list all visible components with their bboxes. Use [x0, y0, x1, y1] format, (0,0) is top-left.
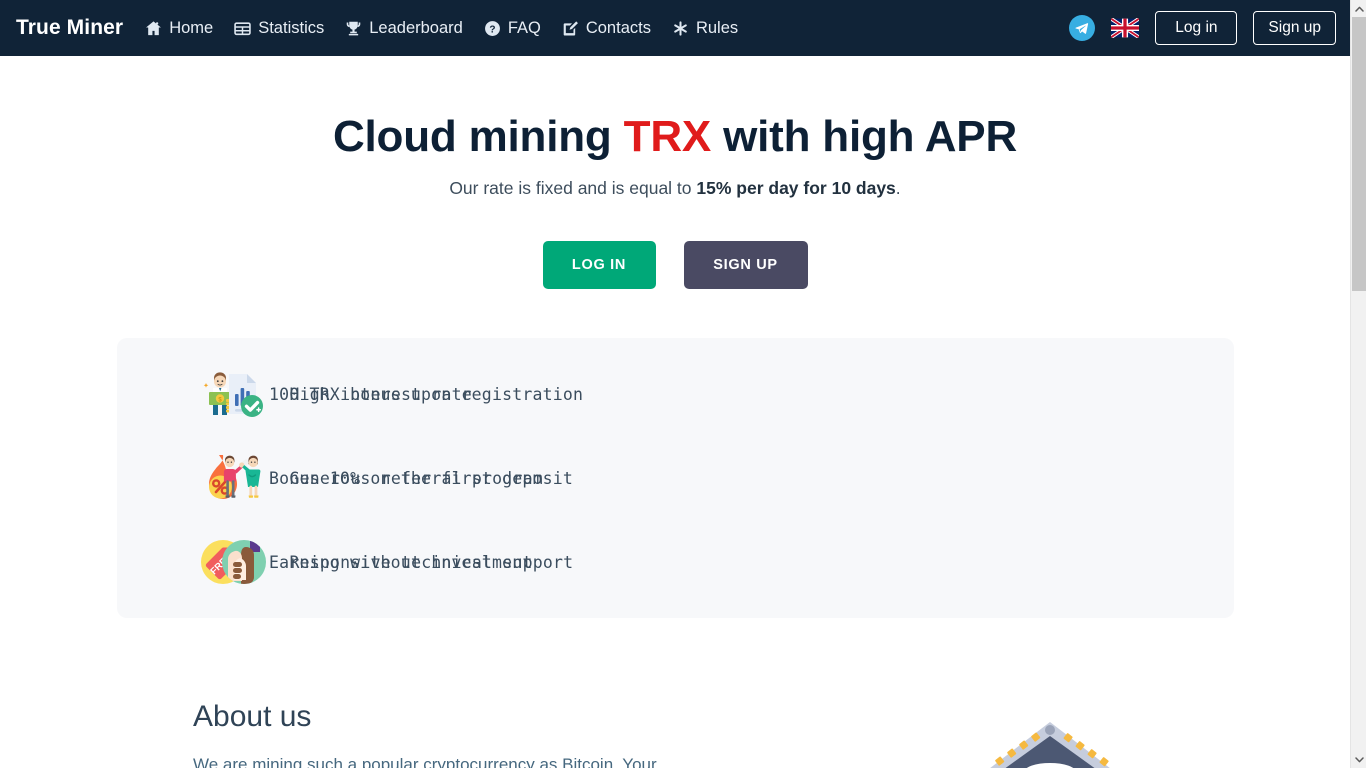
navbar-actions: Log in Sign up	[1069, 11, 1336, 45]
page-root: True Miner Home Statistics Leaderboard ?…	[0, 0, 1366, 768]
about-section: About us We are mining such a popular cr…	[193, 700, 793, 768]
hero-signup-button[interactable]: SIGN UP	[683, 241, 808, 289]
hero-subtitle: Our rate is fixed and is equal to 15% pe…	[0, 178, 1350, 199]
hero-login-button[interactable]: LOG IN	[542, 241, 656, 289]
hero-title-accent: TRX	[623, 112, 712, 161]
chevron-down-icon[interactable]	[1351, 751, 1366, 768]
handshake-icon	[216, 534, 272, 590]
hero-actions: LOG IN SIGN UP	[0, 241, 1350, 289]
page-scrollbar[interactable]	[1350, 0, 1366, 768]
feature-item: High interest rate	[216, 352, 1235, 436]
hero-subtitle-rate: 15% per day for 10 days	[696, 178, 896, 198]
hero-section: Cloud mining TRX with high APR Our rate …	[0, 56, 1350, 289]
trophy-icon	[345, 20, 362, 37]
features-panel: $ 100 TRX bonus upon registration High i…	[117, 338, 1234, 618]
nav-item-faq-label: FAQ	[507, 18, 541, 37]
pen-edit-icon	[562, 20, 579, 37]
uk-flag-icon[interactable]	[1111, 18, 1140, 38]
nav-item-rules[interactable]: Rules	[672, 19, 738, 38]
nav-item-home[interactable]: Home	[145, 19, 213, 38]
hero-subtitle-before: Our rate is fixed and is equal to	[449, 178, 697, 198]
feature-item: Generous referral program	[216, 436, 1235, 520]
mining-rig-illustration	[900, 714, 1200, 768]
nav-item-statistics-label: Statistics	[258, 18, 325, 37]
about-text: We are mining such a popular cryptocurre…	[193, 755, 657, 768]
hero-title-after: with high APR	[711, 112, 1018, 161]
two-people-high-five-icon	[216, 450, 272, 506]
hero-title-before: Cloud mining	[332, 112, 624, 161]
login-button[interactable]: Log in	[1155, 11, 1238, 45]
svg-text:?: ?	[489, 24, 495, 35]
scrollbar-thumb[interactable]	[1352, 17, 1366, 291]
page-title: Cloud mining TRX with high APR	[0, 112, 1350, 162]
nav-item-statistics[interactable]: Statistics	[234, 19, 324, 38]
nav-item-contacts[interactable]: Contacts	[562, 19, 651, 38]
table-grid-icon	[234, 20, 251, 37]
asterisk-icon	[672, 20, 689, 37]
feature-item: Responsive technical support	[216, 520, 1235, 604]
feature-label: Generous referral program	[289, 468, 543, 488]
nav-item-faq[interactable]: ? FAQ	[484, 19, 541, 38]
about-title: About us	[193, 700, 312, 733]
nav-item-leaderboard[interactable]: Leaderboard	[345, 19, 463, 38]
question-circle-icon: ?	[484, 20, 501, 37]
feature-label: High interest rate	[289, 384, 472, 404]
telegram-icon[interactable]	[1069, 15, 1096, 41]
nav-item-contacts-label: Contacts	[585, 18, 651, 37]
nav-item-leaderboard-label: Leaderboard	[369, 18, 463, 37]
nav-item-home-label: Home	[169, 18, 214, 37]
feature-label: Responsive technical support	[289, 552, 574, 572]
bar-chart-document-check-icon	[216, 366, 272, 422]
site-brand[interactable]: True Miner	[16, 16, 123, 40]
top-navbar: True Miner Home Statistics Leaderboard ?…	[0, 0, 1350, 56]
nav-item-rules-label: Rules	[695, 18, 739, 37]
primary-nav: Home Statistics Leaderboard ? FAQ Contac…	[145, 19, 1069, 38]
home-icon	[145, 20, 162, 37]
hero-subtitle-after: .	[895, 178, 901, 198]
signup-button[interactable]: Sign up	[1253, 11, 1336, 45]
chevron-up-icon[interactable]	[1351, 0, 1366, 17]
